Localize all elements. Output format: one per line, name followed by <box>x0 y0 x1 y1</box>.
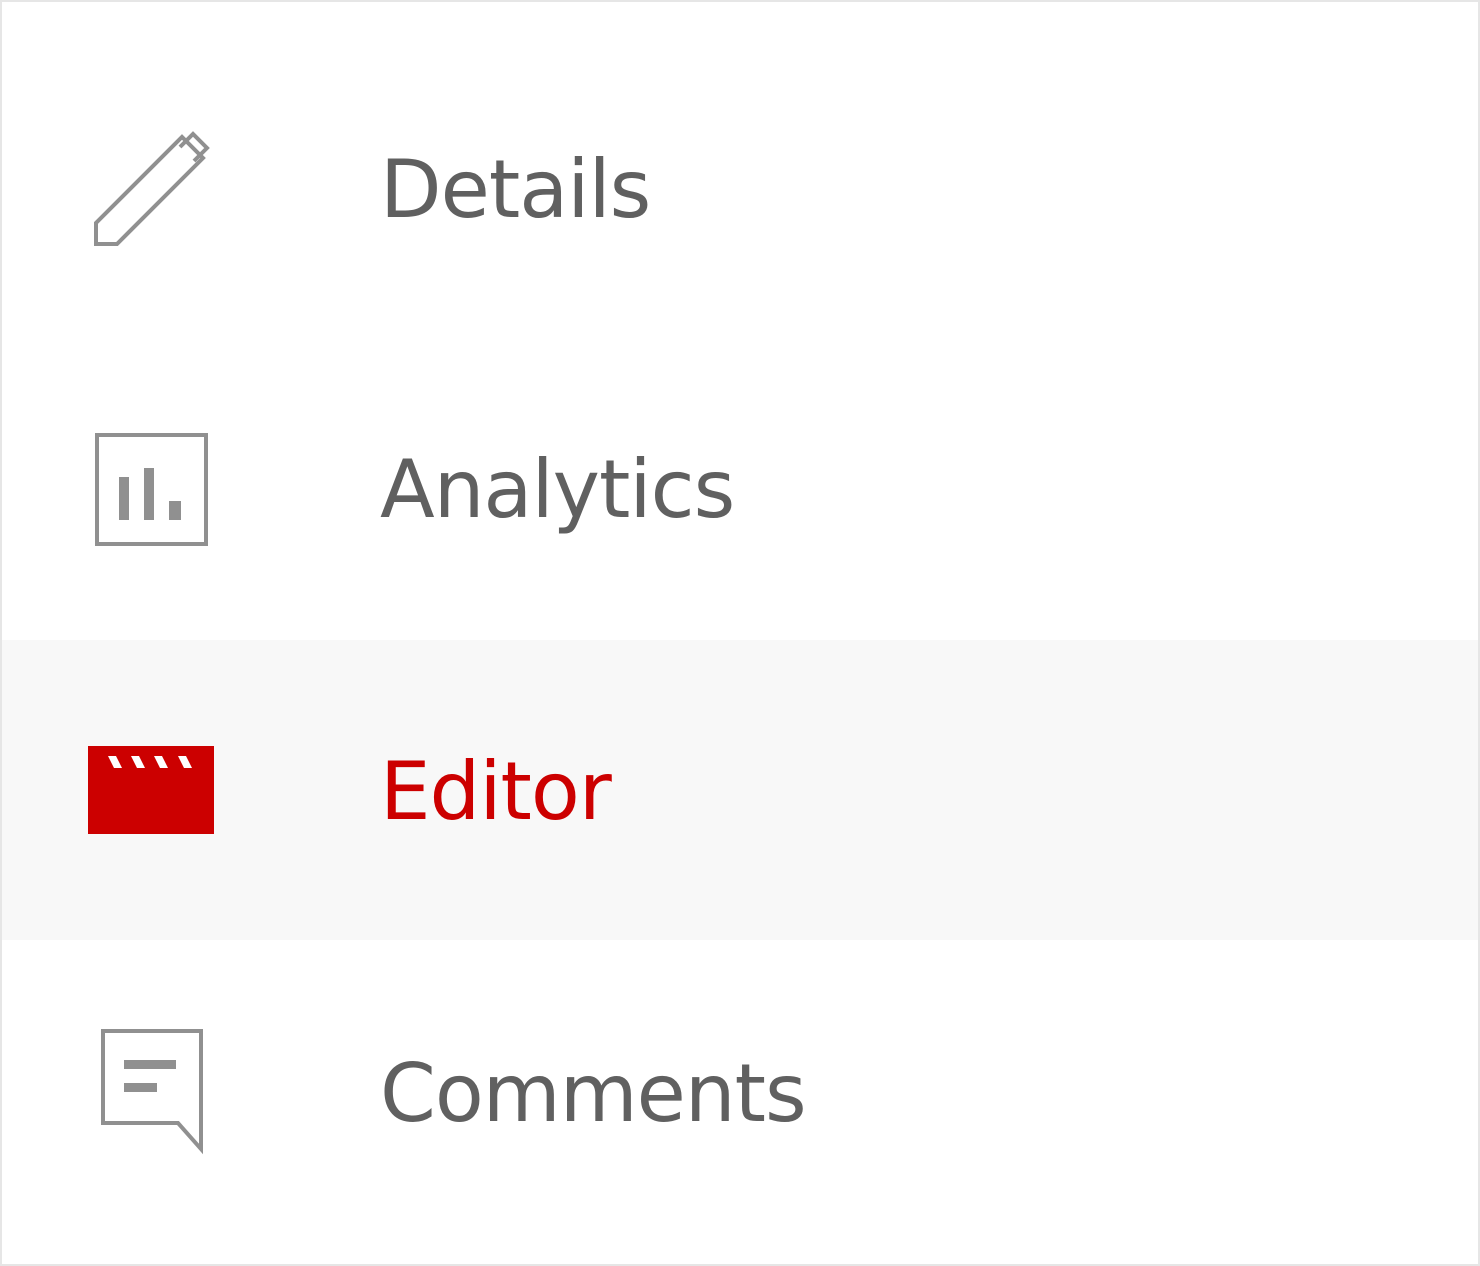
nav-item-label: Comments <box>380 1047 807 1140</box>
analytics-icon <box>94 432 210 546</box>
nav-item-label: Details <box>380 143 651 236</box>
sidebar-navigation: Details Analytics Editor Comments <box>0 0 1480 1266</box>
clapperboard-icon <box>88 746 214 834</box>
nav-item-editor[interactable]: Editor <box>2 640 1478 940</box>
nav-item-comments[interactable]: Comments <box>2 940 1478 1240</box>
nav-item-label: Editor <box>380 745 612 838</box>
nav-item-analytics[interactable]: Analytics <box>2 340 1478 640</box>
pencil-icon <box>92 128 214 248</box>
nav-item-details[interactable]: Details <box>2 40 1478 340</box>
nav-item-label: Analytics <box>380 443 735 536</box>
comment-icon <box>100 1028 206 1155</box>
